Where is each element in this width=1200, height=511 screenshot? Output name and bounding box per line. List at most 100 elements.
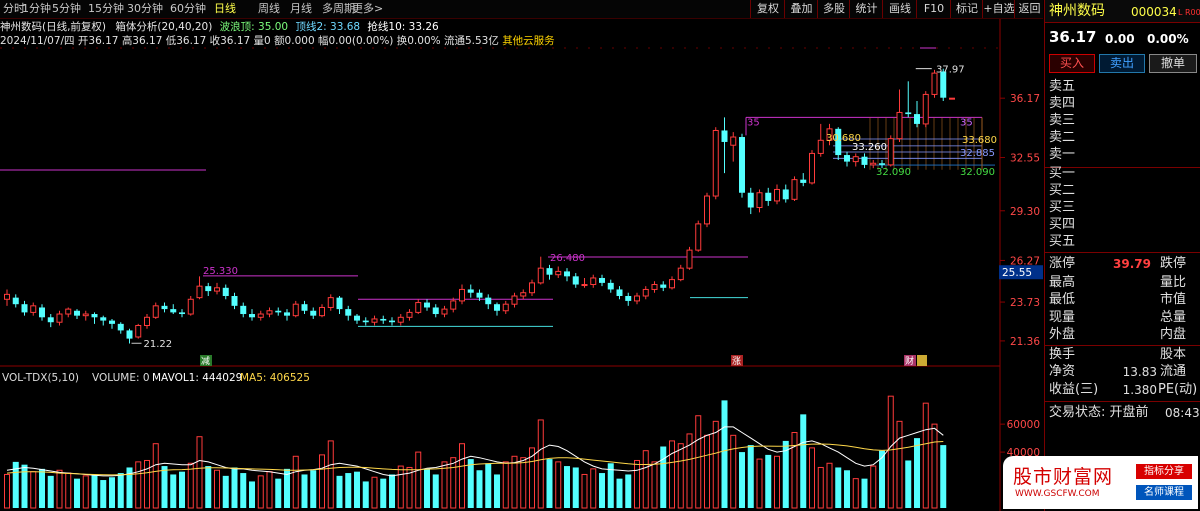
candle-body bbox=[949, 97, 955, 100]
current-volume-label: 现量 bbox=[1049, 310, 1076, 325]
quote-change-pct: 0.00% bbox=[1147, 32, 1189, 46]
candle-body bbox=[844, 155, 850, 162]
price-tick-label: 29.30 bbox=[1010, 206, 1040, 218]
candle-body bbox=[196, 285, 203, 299]
volume-bar bbox=[240, 473, 247, 508]
pe-label: PE(动) bbox=[1158, 382, 1198, 397]
candle-body bbox=[747, 192, 754, 208]
net-assets-label: 净资 bbox=[1049, 364, 1076, 379]
volume-bar bbox=[835, 467, 842, 508]
clock-time: 08:43 bbox=[1165, 406, 1200, 420]
volume-header-3: MA5: 406525 bbox=[240, 372, 310, 384]
candle-body bbox=[712, 129, 719, 197]
volume-bar bbox=[450, 457, 457, 509]
volume-bar bbox=[301, 474, 308, 508]
volume-bar bbox=[187, 462, 194, 509]
ask-level-2[interactable]: 卖二 bbox=[1049, 130, 1075, 146]
price-tick-label: 36.17 bbox=[1010, 93, 1040, 105]
buy-button[interactable]: 买入 bbox=[1049, 54, 1095, 73]
outer-volume-label: 外盘 bbox=[1049, 327, 1076, 342]
bid-level-4[interactable]: 买四 bbox=[1049, 217, 1075, 233]
candle-body bbox=[380, 318, 387, 321]
candle-body bbox=[721, 130, 728, 142]
bid-level-3[interactable]: 买三 bbox=[1049, 200, 1075, 216]
candle-body bbox=[432, 307, 439, 315]
volume-header-2: MAVOL1: 444029 bbox=[152, 372, 242, 384]
candle-body bbox=[467, 289, 474, 293]
volume-bar bbox=[747, 445, 754, 508]
net-assets-value: 13.83 bbox=[1122, 365, 1157, 379]
candle-body bbox=[91, 314, 98, 318]
candle-body bbox=[625, 296, 632, 301]
volume-bar bbox=[292, 455, 299, 509]
candle-body bbox=[214, 287, 220, 292]
bid-level-5[interactable]: 买五 bbox=[1049, 234, 1075, 250]
candle-body bbox=[389, 320, 395, 323]
ask-level-4[interactable]: 卖四 bbox=[1049, 96, 1075, 112]
quote-panel: 神州数码 000034 L R000 36.17 0.00 0.00% 买入 卖… bbox=[1044, 0, 1200, 511]
candle-body bbox=[905, 112, 912, 115]
ask-level-5[interactable]: 卖五 bbox=[1049, 79, 1075, 95]
volume-bar bbox=[599, 473, 605, 508]
volume-bar bbox=[4, 473, 10, 509]
site-watermark: 股市财富网 WWW.GSCFW.COM 指标分享 名师课程 bbox=[1003, 456, 1198, 509]
price-tick-label: 21.36 bbox=[1010, 336, 1040, 348]
candle-body bbox=[249, 314, 255, 318]
candle-body bbox=[642, 288, 649, 297]
volume-bar bbox=[319, 454, 325, 509]
volume-bar bbox=[56, 469, 63, 509]
candle-body bbox=[695, 223, 702, 251]
volume-bar bbox=[546, 459, 553, 508]
sell-button[interactable]: 卖出 bbox=[1099, 54, 1145, 73]
candle-body bbox=[616, 289, 623, 296]
bid-level-2[interactable]: 买二 bbox=[1049, 183, 1075, 199]
candle-body bbox=[555, 270, 562, 276]
candle-body bbox=[135, 325, 142, 338]
volume-bar bbox=[800, 414, 807, 508]
quote-badge: L R000 bbox=[1178, 8, 1200, 17]
volume-bar bbox=[651, 461, 658, 509]
cancel-order-button[interactable]: 撤单 bbox=[1149, 54, 1197, 73]
volume-bar bbox=[695, 415, 702, 509]
volume-bar bbox=[774, 455, 780, 509]
volume-tick-label: 60000 bbox=[1007, 419, 1040, 431]
candle-body bbox=[4, 293, 10, 300]
candle-body bbox=[424, 302, 430, 308]
candle-body bbox=[292, 303, 299, 317]
candle-body bbox=[266, 310, 273, 315]
volume-bar bbox=[214, 469, 220, 509]
box-level-label-1: 25.330 bbox=[203, 266, 238, 277]
volume-bar bbox=[327, 440, 334, 509]
candle-body bbox=[599, 277, 605, 283]
candle-body bbox=[520, 292, 527, 297]
volume-bar bbox=[870, 465, 877, 509]
box-level-label-6: 32.090 bbox=[876, 167, 911, 178]
volume-bar bbox=[817, 466, 824, 509]
candle-body bbox=[581, 284, 588, 287]
candle-body bbox=[450, 300, 457, 310]
volume-bar bbox=[494, 474, 500, 508]
volume-bar bbox=[721, 400, 728, 508]
ask-level-3[interactable]: 卖三 bbox=[1049, 113, 1075, 129]
volume-bar bbox=[222, 475, 229, 508]
candle-body bbox=[791, 179, 798, 200]
volume-bar bbox=[739, 452, 745, 508]
volume-bar bbox=[861, 478, 868, 508]
volume-bar bbox=[905, 460, 912, 508]
box-level-label-6b: 32.090 bbox=[960, 167, 995, 178]
candle-body bbox=[82, 313, 89, 317]
volume-bar bbox=[887, 395, 894, 509]
ask-level-1[interactable]: 卖一 bbox=[1049, 147, 1075, 163]
kline-chart[interactable]: 36.1732.5529.3026.2723.7321.3625.5537.97… bbox=[0, 0, 1044, 511]
candle-body bbox=[222, 287, 229, 296]
bid-level-1[interactable]: 买一 bbox=[1049, 166, 1075, 182]
candle-body bbox=[852, 156, 859, 163]
volume-bar bbox=[257, 475, 264, 509]
price-tick-label: 32.55 bbox=[1010, 153, 1040, 165]
candle-body bbox=[301, 304, 308, 311]
volume-bar bbox=[555, 461, 562, 509]
volume-bar bbox=[756, 458, 763, 509]
candle-body bbox=[634, 295, 640, 302]
candle-body bbox=[686, 249, 693, 269]
candle-body bbox=[730, 136, 737, 146]
